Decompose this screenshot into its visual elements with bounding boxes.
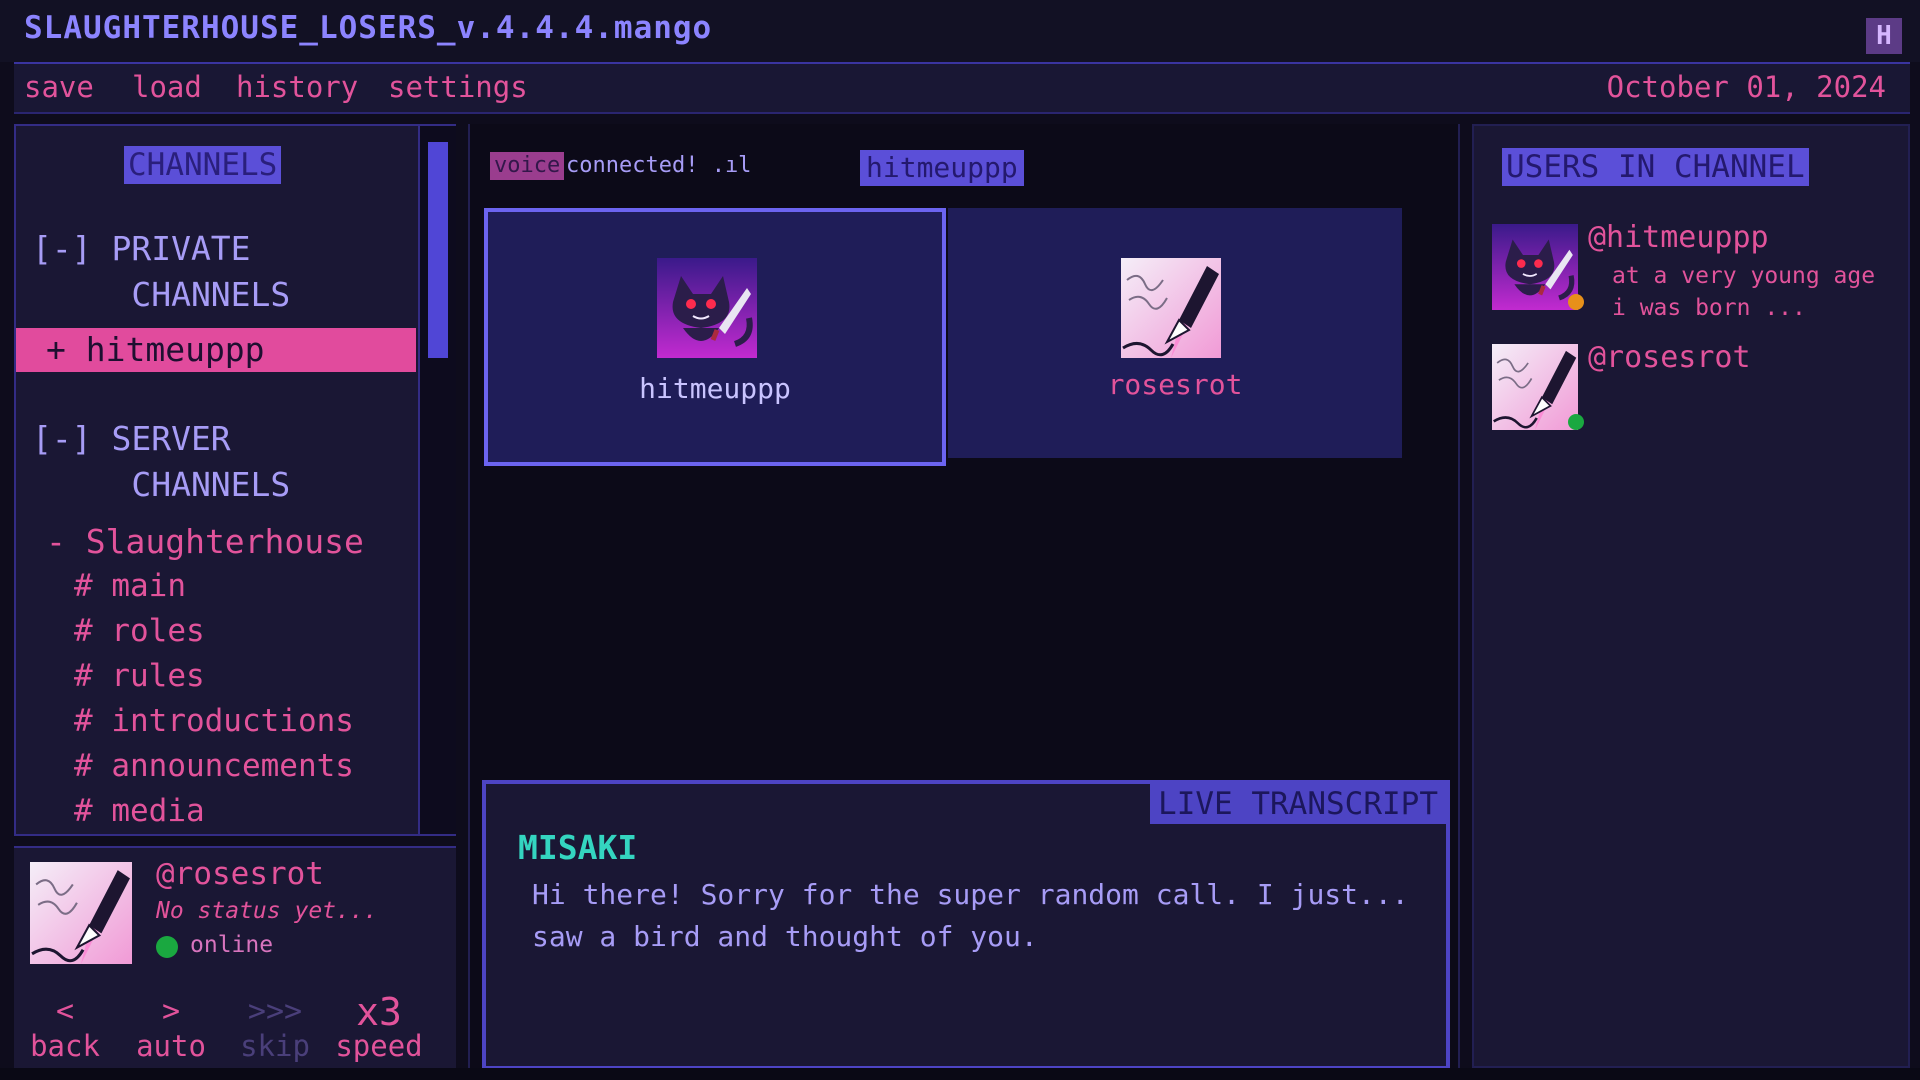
idle-status-icon <box>1568 294 1584 310</box>
menu-settings[interactable]: settings <box>388 70 528 104</box>
online-status-icon <box>156 936 178 958</box>
live-transcript-label: LIVE TRANSCRIPT <box>1150 784 1446 824</box>
cat-with-knife-icon <box>1492 224 1578 310</box>
voice-room-name: hitmeuppp <box>860 150 1024 186</box>
voice-connection-status: connected! .ıl <box>566 153 752 178</box>
title-bar: SLAUGHTERHOUSE_LOSERS_v.4.4.4.mango H <box>0 0 1920 62</box>
fountain-pen-icon <box>1492 344 1578 430</box>
date-display: October 01, 2024 <box>1606 70 1886 104</box>
voice-badge: voice <box>490 152 565 180</box>
users-header: USERS IN CHANNEL <box>1502 148 1809 186</box>
profile-status: No status yet... <box>156 898 378 924</box>
menu-bar: save load history settings October 01, 2… <box>14 62 1910 114</box>
close-button[interactable]: H <box>1866 18 1902 54</box>
cat-with-knife-icon <box>657 258 757 358</box>
menu-history[interactable]: history <box>236 70 358 104</box>
auto-arrow-icon: > <box>161 994 181 1029</box>
channel-main[interactable]: # main <box>74 568 186 604</box>
auto-button[interactable]: > auto <box>126 996 216 1064</box>
voice-channel-area: voice connected! .ıl hitmeuppp hitmeuppp… <box>468 124 1460 1070</box>
users-in-channel-panel: USERS IN CHANNEL @hitmeuppp at a very yo… <box>1472 124 1910 1068</box>
participant-name: hitmeuppp <box>639 372 791 405</box>
user-handle: @rosesrot <box>1588 340 1751 375</box>
channel-rules[interactable]: # rules <box>74 658 205 694</box>
menu-load[interactable]: load <box>132 70 202 104</box>
user-entry-hitmeuppp[interactable]: @hitmeuppp at a very young age i was bor… <box>1492 220 1902 324</box>
skip-arrows-icon: >>> <box>247 994 303 1029</box>
speed-button[interactable]: x3 speed <box>334 990 424 1064</box>
skip-label: skip <box>240 1029 310 1063</box>
live-transcript-box[interactable]: LIVE TRANSCRIPT MISAKI Hi there! Sorry f… <box>482 780 1450 1070</box>
skip-button[interactable]: >>> skip <box>230 996 320 1064</box>
back-arrow-icon: < <box>55 994 75 1029</box>
private-channels-category[interactable]: [-] PRIVATE CHANNELS <box>32 226 290 318</box>
user-entry-rosesrot[interactable]: @rosesrot <box>1492 340 1902 444</box>
speed-value: x3 <box>356 990 402 1034</box>
app-title: SLAUGHTERHOUSE_LOSERS_v.4.4.4.mango <box>24 10 713 46</box>
private-channel-hitmeuppp: + hitmeuppp <box>46 330 265 369</box>
channel-sidebar: CHANNELS [-] PRIVATE CHANNELS + hitmeupp… <box>14 124 456 836</box>
profile-handle: @rosesrot <box>156 856 324 892</box>
fountain-pen-icon <box>1121 258 1221 358</box>
channel-introductions[interactable]: # introductions <box>74 703 354 739</box>
channels-header: CHANNELS <box>124 146 282 184</box>
user-handle: @hitmeuppp <box>1588 220 1769 255</box>
back-button[interactable]: < back <box>20 996 110 1064</box>
server-name[interactable]: - Slaughterhouse <box>46 522 364 561</box>
channel-announcements[interactable]: # announcements <box>74 748 354 784</box>
channel-media[interactable]: # media <box>74 793 205 829</box>
menu-save[interactable]: save <box>24 70 94 104</box>
scrollbar-thumb[interactable] <box>428 142 448 358</box>
back-label: back <box>30 1029 100 1063</box>
private-channel-row-active[interactable]: + hitmeuppp <box>16 328 416 372</box>
server-channels-category[interactable]: [-] SERVER CHANNELS <box>32 416 290 508</box>
participant-name: rosesrot <box>1107 368 1243 401</box>
fountain-pen-icon[interactable] <box>30 862 132 964</box>
speed-label: speed <box>335 1029 423 1063</box>
participant-tile-hitmeuppp[interactable]: hitmeuppp <box>484 208 946 466</box>
user-profile-panel: @rosesrot No status yet... online < back… <box>14 846 456 1068</box>
speaker-name: MISAKI <box>518 828 638 867</box>
online-status-icon <box>1568 414 1584 430</box>
channel-roles[interactable]: # roles <box>74 613 205 649</box>
transcript-text: Hi there! Sorry for the super random cal… <box>532 878 1409 953</box>
participant-tile-rosesrot[interactable]: rosesrot <box>948 208 1402 458</box>
bottom-edge <box>0 1068 1920 1080</box>
sidebar-scrollbar[interactable] <box>418 126 456 834</box>
presence-label: online <box>190 932 274 958</box>
user-status: at a very young age i was born ... <box>1612 263 1876 321</box>
auto-label: auto <box>136 1029 206 1063</box>
